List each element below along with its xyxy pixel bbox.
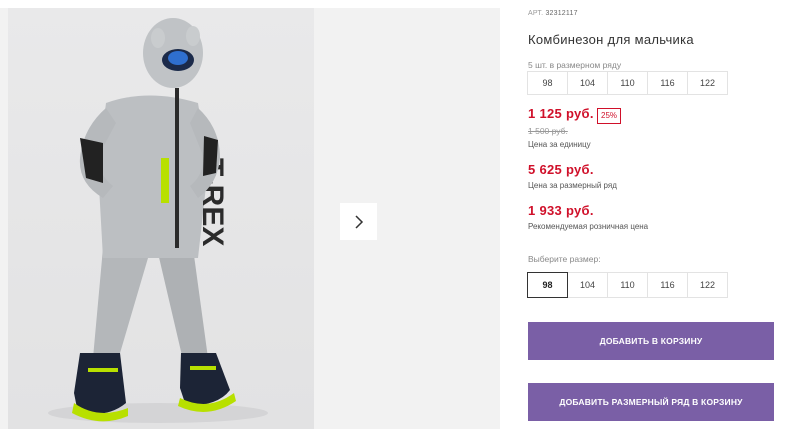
- article-value: 32312117: [545, 10, 578, 17]
- pack-quantity-note: 5 шт. в размерном ряду: [528, 60, 622, 70]
- size-option-122[interactable]: 122: [687, 272, 728, 298]
- pack-price-caption: Цена за размерный ряд: [528, 181, 617, 190]
- unit-price: 1 125 руб.: [528, 106, 594, 121]
- pack-sizes-row: 98 104 110 116 122: [527, 71, 728, 95]
- discount-badge: 25%: [597, 108, 622, 124]
- gallery-next-button[interactable]: [340, 203, 377, 240]
- pack-size: 122: [687, 71, 728, 95]
- add-to-cart-button[interactable]: ДОБАВИТЬ В КОРЗИНУ: [528, 322, 774, 360]
- boy-in-jumpsuit-image: T-REX: [48, 18, 268, 423]
- size-option-110[interactable]: 110: [607, 272, 648, 298]
- choose-size-label: Выберите размер:: [528, 254, 601, 264]
- add-pack-to-cart-button[interactable]: ДОБАВИТЬ РАЗМЕРНЫЙ РЯД В КОРЗИНУ: [528, 383, 774, 421]
- pack-size: 116: [647, 71, 688, 95]
- article-number: АРТ. 32312117: [528, 10, 578, 17]
- size-option-116[interactable]: 116: [647, 272, 688, 298]
- old-price: 1 500 руб.: [528, 126, 568, 136]
- retail-price: 1 933 руб.: [528, 203, 594, 218]
- pack-price: 5 625 руб.: [528, 162, 594, 177]
- size-option-104[interactable]: 104: [567, 272, 608, 298]
- product-gallery: T-REX: [0, 8, 500, 429]
- pack-size: 110: [607, 71, 648, 95]
- size-option-98[interactable]: 98: [527, 272, 568, 298]
- unit-price-caption: Цена за единицу: [528, 140, 591, 149]
- article-label: АРТ.: [528, 10, 544, 17]
- pack-size: 98: [527, 71, 568, 95]
- pack-size: 104: [567, 71, 608, 95]
- size-picker: 98 104 110 116 122: [527, 272, 728, 298]
- product-title: Комбинезон для мальчика: [528, 32, 694, 47]
- product-photo[interactable]: T-REX: [8, 8, 314, 429]
- retail-price-caption: Рекомендуемая розничная цена: [528, 222, 649, 231]
- chevron-right-icon: [354, 214, 363, 229]
